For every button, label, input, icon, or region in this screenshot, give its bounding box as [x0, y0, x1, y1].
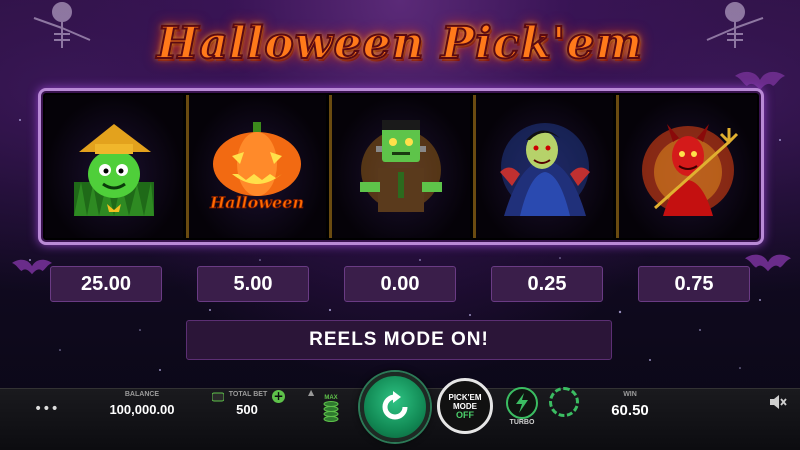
reel-3[interactable] — [329, 95, 470, 238]
reel-values: 25.00 5.00 0.00 0.25 0.75 — [50, 266, 754, 302]
spin-arrow-icon — [382, 391, 408, 420]
increase-bet-button[interactable]: + — [272, 390, 285, 403]
reel-value-2: 5.00 — [197, 266, 309, 302]
pickem-line1: PICK'EM — [448, 393, 482, 402]
chevron-up-icon: ▲ — [308, 388, 315, 397]
balance-value: 100,000.00 — [109, 402, 175, 417]
balance-label: BALANCE — [124, 391, 160, 398]
reel-value-1: 25.00 — [50, 266, 162, 302]
menu-button[interactable]: ••• — [34, 402, 59, 418]
sound-muted-icon[interactable] — [768, 392, 788, 412]
reel-value-3: 0.00 — [344, 266, 456, 302]
dracula-icon — [499, 122, 590, 216]
reel-5[interactable] — [616, 95, 757, 238]
turbo-button[interactable] — [506, 387, 538, 419]
pumpkin-icon: Halloween — [209, 121, 305, 212]
game-title: Halloween Pick'em — [156, 17, 644, 70]
scarecrow-icon — [73, 123, 154, 216]
max-label: MAX — [324, 395, 337, 401]
spin-button[interactable] — [360, 372, 430, 442]
max-bet-button[interactable]: MAX — [322, 392, 340, 426]
total-bet-value: 500 — [236, 402, 258, 417]
win-value: 60.50 — [611, 402, 649, 419]
bat-icon — [12, 259, 52, 275]
pickem-mode-button[interactable]: PICK'EM MODE OFF — [437, 378, 493, 434]
turbo-label: TURBO — [509, 419, 535, 426]
devil-icon — [642, 123, 739, 216]
lightning-icon — [516, 393, 528, 413]
skeleton-decoration-right — [706, 2, 764, 48]
total-bet-label: TOTAL BET — [228, 391, 268, 398]
reel-4[interactable] — [472, 95, 614, 238]
pickem-state: OFF — [456, 410, 474, 420]
win-label: WIN — [623, 391, 637, 398]
mode-banner: REELS MODE ON! — [186, 320, 612, 360]
skeleton-decoration-left — [33, 2, 91, 48]
reel-value-4: 0.25 — [491, 266, 603, 302]
coin-icon — [212, 392, 224, 402]
reel-1[interactable] — [45, 95, 183, 238]
autoplay-button[interactable] — [549, 387, 579, 417]
reel-2[interactable]: Halloween — [185, 95, 327, 238]
pumpkin-caption: Halloween — [209, 193, 304, 212]
reels-frame: Halloween — [38, 88, 764, 245]
reel-value-5: 0.75 — [638, 266, 750, 302]
frankenstein-icon — [359, 119, 442, 212]
